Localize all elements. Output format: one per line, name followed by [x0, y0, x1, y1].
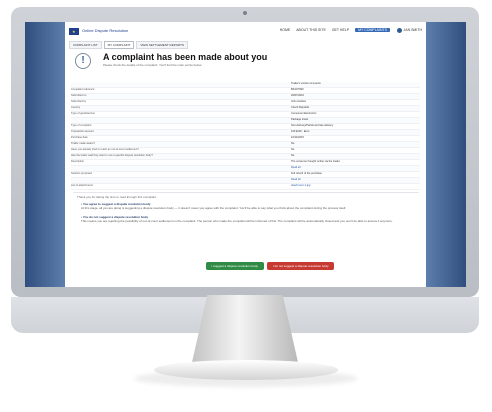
- nav-home[interactable]: HOME: [280, 28, 291, 32]
- action-buttons: I suggest a dispute resolution body I do…: [190, 262, 350, 271]
- dispute-page: ★ Online Dispute Resolution HOME ABOUT T…: [65, 22, 426, 287]
- eu-flag-icon: ★: [69, 28, 79, 35]
- page-title: A complaint has been made about you: [103, 52, 268, 62]
- nav-my-complaints[interactable]: MY COMPLAINTS: [355, 28, 390, 32]
- detail-value: No: [291, 142, 295, 145]
- site-name[interactable]: Online Dispute Resolution: [82, 28, 128, 33]
- panel-intro: Thank you for taking the time to read th…: [77, 195, 157, 199]
- detail-label: Purchase date: [71, 136, 88, 139]
- user-name[interactable]: JAN SMITH: [404, 28, 422, 32]
- detail-label: Has the trader said they want to use a s…: [71, 154, 153, 157]
- choice-do-not-suggest: • You do not suggest a dispute resolutio…: [81, 215, 411, 223]
- detail-value: John Andrew: [291, 100, 306, 103]
- tabs: COMPLAINT LIST MY COMPLAINT VIEW SETTLEM…: [69, 41, 188, 49]
- tab-view-settlement-reports[interactable]: VIEW SETTLEMENT REPORTS: [136, 41, 188, 49]
- detail-label: Type of good/service: [71, 112, 95, 115]
- detail-value: No: [291, 154, 295, 157]
- nav-help[interactable]: GET HELP: [332, 28, 349, 32]
- detail-label: Submitted by: [71, 100, 87, 103]
- do-not-suggest-button[interactable]: I do not suggest a dispute resolution bo…: [266, 262, 335, 270]
- detail-label: List of attachments: [71, 184, 93, 187]
- page-subtitle: Please check the details of the complain…: [103, 63, 203, 67]
- detail-row: List of attachments attachment-1.jpg: [71, 184, 420, 190]
- detail-value: BF4O7699: [291, 88, 304, 91]
- detail-label: Description: [71, 160, 84, 163]
- suggest-body-button[interactable]: I suggest a dispute resolution body: [205, 262, 264, 270]
- detail-label: Trader made aware?: [71, 142, 95, 145]
- detail-label: Type of complaint: [71, 124, 92, 127]
- detail-value: 10/11/2015: [291, 136, 304, 139]
- detail-value: Full refund of the purchase: [291, 172, 322, 175]
- detail-label: Complaint reference: [71, 88, 95, 91]
- tab-complaint-list[interactable]: COMPLAINT LIST: [69, 41, 102, 49]
- choice-text: This means you are rejecting the possibi…: [81, 219, 393, 223]
- main-nav: HOME ABOUT THIS SITE GET HELP MY COMPLAI…: [280, 28, 390, 32]
- choice-panel: Thank you for taking the time to read th…: [73, 192, 419, 235]
- choice-suggest: • You agree to suggest a dispute resolut…: [81, 202, 411, 210]
- detail-value: Package travel: [291, 118, 309, 121]
- detail-label: Have you already tried to reach an out-o…: [71, 148, 139, 151]
- choice-text: At this stage, all you are doing is sugg…: [81, 206, 347, 210]
- detail-value: Trader's version of events: [291, 82, 321, 85]
- detail-label: Solution proposed: [71, 172, 92, 175]
- star-icon: ★: [72, 29, 76, 34]
- monitor-base: [154, 360, 338, 380]
- detail-value: Czech Republic: [291, 106, 310, 109]
- attachment-link[interactable]: attachment-1.jpg: [291, 184, 420, 188]
- nav-about[interactable]: ABOUT THIS SITE: [296, 28, 326, 32]
- screen: ★ Online Dispute Resolution HOME ABOUT T…: [25, 22, 466, 287]
- read-all-link[interactable]: Read all: [291, 166, 420, 170]
- detail-value: 20/07/2016: [291, 94, 304, 97]
- detail-label: Transaction amount: [71, 130, 94, 133]
- user-icon[interactable]: [397, 28, 402, 33]
- detail-value: Non-delivery/Partial and late delivery: [291, 124, 334, 127]
- alert-icon: !: [75, 53, 91, 69]
- detail-value: No: [291, 148, 295, 151]
- read-all-link[interactable]: Read all: [291, 178, 420, 182]
- page-header: ! A complaint has been made about you Pl…: [75, 52, 415, 74]
- detail-label: Submitted on: [71, 94, 87, 97]
- detail-value: Consumer Electronics: [291, 112, 317, 115]
- complaint-details: Trader's version of events Complaint ref…: [71, 82, 420, 190]
- detail-label: Country: [71, 106, 81, 109]
- camera-dot: [243, 11, 247, 15]
- detail-value: 100 EUR - Euro: [291, 130, 310, 133]
- detail-value: The consumer bought online via the trade…: [291, 160, 341, 163]
- tab-my-complaint[interactable]: MY COMPLAINT: [103, 41, 135, 49]
- top-navigation: ★ Online Dispute Resolution HOME ABOUT T…: [65, 27, 426, 37]
